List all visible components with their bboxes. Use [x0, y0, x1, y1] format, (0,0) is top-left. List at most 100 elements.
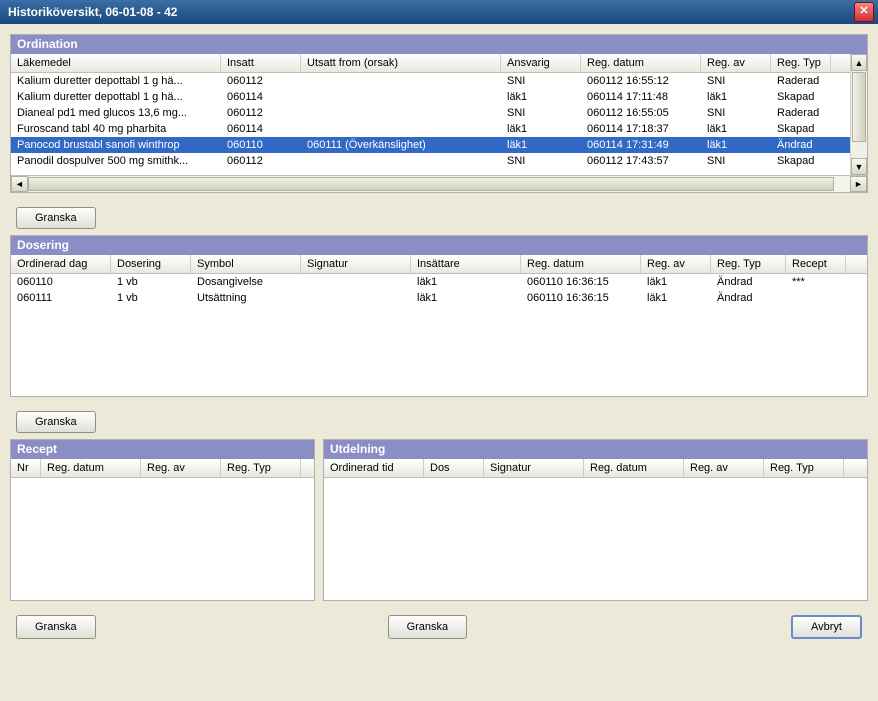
col-dos[interactable]: Dos	[424, 459, 484, 477]
recept-rows[interactable]	[11, 478, 314, 600]
bottom-row: Recept Nr Reg. datum Reg. av Reg. Typ Ut…	[10, 439, 868, 609]
col-symbol[interactable]: Symbol	[191, 255, 301, 273]
cell-dosering: 1 vb	[111, 291, 191, 305]
col-regdatum[interactable]: Reg. datum	[521, 255, 641, 273]
cell-insatt: 060114	[221, 90, 301, 104]
ordination-hscroll[interactable]: ◄ ►	[11, 175, 867, 192]
dosering-header: Dosering	[11, 236, 867, 255]
cell-reg_typ: Raderad	[771, 106, 831, 120]
cell-insatt: 060114	[221, 122, 301, 136]
col-regdatum[interactable]: Reg. datum	[41, 459, 141, 477]
col-signatur[interactable]: Signatur	[301, 255, 411, 273]
cell-reg_av: SNI	[701, 106, 771, 120]
col-utsatt[interactable]: Utsatt from (orsak)	[301, 54, 501, 72]
scroll-up-icon[interactable]: ▲	[851, 54, 867, 71]
cell-reg_datum: 060112 17:43:57	[581, 154, 701, 168]
cell-reg_datum: 060112 16:55:05	[581, 106, 701, 120]
close-icon: ✕	[859, 5, 868, 17]
cell-ansvarig: läk1	[501, 90, 581, 104]
cell-insatt: 060112	[221, 106, 301, 120]
hscroll-track[interactable]	[28, 176, 850, 192]
col-recept[interactable]: Recept	[786, 255, 846, 273]
recept-table: Nr Reg. datum Reg. av Reg. Typ	[11, 459, 314, 600]
cell-ansvarig: SNI	[501, 154, 581, 168]
col-nr[interactable]: Nr	[11, 459, 41, 477]
col-regav[interactable]: Reg. av	[684, 459, 764, 477]
cell-reg_typ: Skapad	[771, 90, 831, 104]
avbryt-button[interactable]: Avbryt	[791, 615, 862, 639]
col-ordinerad-dag[interactable]: Ordinerad dag	[11, 255, 111, 273]
scroll-left-icon[interactable]: ◄	[11, 176, 28, 192]
ordination-panel: Ordination Läkemedel Insatt Utsatt from …	[10, 34, 868, 193]
vscroll-thumb[interactable]	[852, 72, 866, 142]
recept-granska-button[interactable]: Granska	[16, 615, 96, 639]
col-regtyp[interactable]: Reg. Typ	[764, 459, 844, 477]
table-row[interactable]: 0601111 vbUtsättningläk1060110 16:36:15l…	[11, 290, 867, 306]
table-row[interactable]: Panodil dospulver 500 mg smithk...060112…	[11, 153, 867, 169]
cell-reg_typ: Skapad	[771, 122, 831, 136]
ordination-rows[interactable]: Kalium duretter depottabl 1 g hä...06011…	[11, 73, 867, 175]
col-regdatum[interactable]: Reg. datum	[581, 54, 701, 72]
cell-reg_typ: Raderad	[771, 74, 831, 88]
cell-utsatt: 060111 (Överkänslighet)	[301, 138, 501, 152]
scroll-down-icon[interactable]: ▼	[851, 158, 867, 175]
table-row[interactable]: Kalium duretter depottabl 1 g hä... 06011…	[11, 73, 867, 89]
cell-reg_av: SNI	[701, 74, 771, 88]
cell-reg_av: läk1	[701, 90, 771, 104]
cell-lakemedel: Furoscand tabl 40 mg pharbita	[11, 122, 221, 136]
col-insatt[interactable]: Insatt	[221, 54, 301, 72]
table-row[interactable]: Furoscand tabl 40 mg pharbita060114läk10…	[11, 121, 867, 137]
cell-lakemedel: Kalium duretter depottabl 1 g hä...	[11, 74, 221, 88]
cell-lakemedel: Dianeal pd1 med glucos 13,6 mg...	[11, 106, 221, 120]
cell-utsatt	[301, 96, 501, 98]
scroll-right-icon[interactable]: ►	[850, 176, 867, 192]
cell-lakemedel: Panodil dospulver 500 mg smithk...	[11, 154, 221, 168]
cell-reg_typ: Ändrad	[771, 138, 831, 152]
table-row[interactable]: Kalium duretter depottabl 1 g hä...06011…	[11, 89, 867, 105]
ordination-granska-button[interactable]: Granska	[16, 207, 96, 229]
col-ordinerad-tid[interactable]: Ordinerad tid	[324, 459, 424, 477]
cell-recept: ***	[786, 275, 846, 289]
col-regav[interactable]: Reg. av	[641, 255, 711, 273]
cell-insattare: läk1	[411, 291, 521, 305]
col-regav[interactable]: Reg. av	[141, 459, 221, 477]
hscroll-thumb[interactable]	[28, 177, 834, 191]
cell-insattare: läk1	[411, 275, 521, 289]
col-regtyp[interactable]: Reg. Typ	[771, 54, 831, 72]
ordination-table: Läkemedel Insatt Utsatt from (orsak) Ans…	[11, 54, 867, 192]
col-regdatum[interactable]: Reg. datum	[584, 459, 684, 477]
col-ansvarig[interactable]: Ansvarig	[501, 54, 581, 72]
col-signatur[interactable]: Signatur	[484, 459, 584, 477]
col-regtyp[interactable]: Reg. Typ	[711, 255, 786, 273]
dosering-granska-button[interactable]: Granska	[16, 411, 96, 433]
col-dosering[interactable]: Dosering	[111, 255, 191, 273]
table-row[interactable]: Panocod brustabl sanofi winthrop06011006…	[11, 137, 867, 153]
cell-lakemedel: Kalium duretter depottabl 1 g hä...	[11, 90, 221, 104]
cell-reg_av: SNI	[701, 154, 771, 168]
cell-reg_datum: 060110 16:36:15	[521, 291, 641, 305]
col-lakemedel[interactable]: Läkemedel	[11, 54, 221, 72]
cell-ansvarig: SNI	[501, 74, 581, 88]
utdelning-rows[interactable]	[324, 478, 867, 600]
cell-symbol: Dosangivelse	[191, 275, 301, 289]
utdelning-granska-button[interactable]: Granska	[388, 615, 468, 639]
ordination-vscroll[interactable]: ▲ ▼	[850, 54, 867, 175]
table-row[interactable]: 0601101 vbDosangivelseläk1060110 16:36:1…	[11, 274, 867, 290]
ordination-columns: Läkemedel Insatt Utsatt from (orsak) Ans…	[11, 54, 867, 73]
cell-reg_av: läk1	[641, 275, 711, 289]
cell-lakemedel: Panocod brustabl sanofi winthrop	[11, 138, 221, 152]
cell-reg_typ: Skapad	[771, 154, 831, 168]
cell-insatt: 060112	[221, 154, 301, 168]
cell-reg_datum: 060112 16:55:12	[581, 74, 701, 88]
footer-buttons: Granska Granska Avbryt	[10, 609, 868, 645]
cell-signatur	[301, 297, 411, 299]
cell-reg_typ: Ändrad	[711, 275, 786, 289]
close-button[interactable]: ✕	[854, 2, 874, 22]
utdelning-header: Utdelning	[324, 440, 867, 459]
col-regav[interactable]: Reg. av	[701, 54, 771, 72]
dosering-rows[interactable]: 0601101 vbDosangivelseläk1060110 16:36:1…	[11, 274, 867, 396]
col-regtyp[interactable]: Reg. Typ	[221, 459, 301, 477]
table-row[interactable]: Dianeal pd1 med glucos 13,6 mg...060112 S…	[11, 105, 867, 121]
cell-ansvarig: läk1	[501, 122, 581, 136]
col-insattare[interactable]: Insättare	[411, 255, 521, 273]
